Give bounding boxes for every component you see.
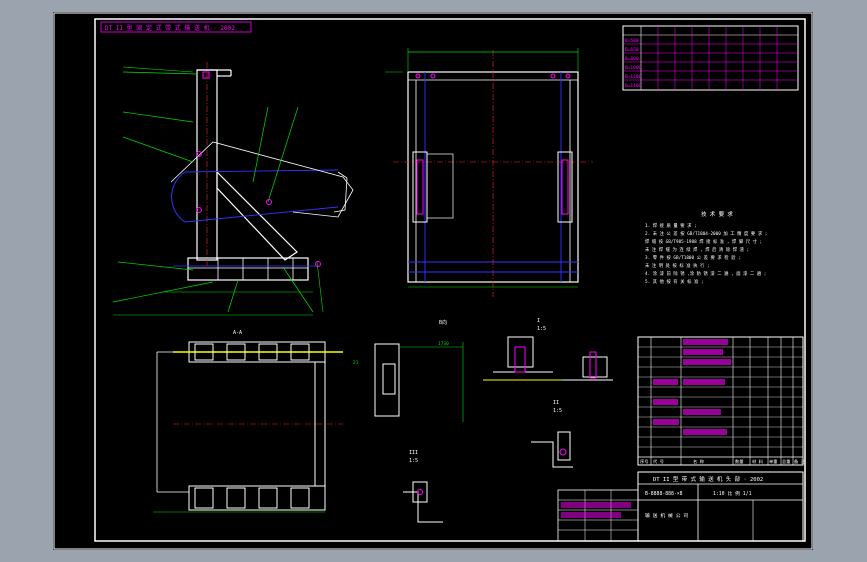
svg-text:1:5: 1:5 — [409, 458, 418, 464]
svg-text:序号: 序号 — [640, 458, 648, 465]
company-text: 输 送 机 械 公 司 — [645, 512, 688, 519]
view-b: B向 1730 21 — [353, 319, 464, 422]
svg-text:II: II — [553, 400, 559, 406]
svg-text:代 号: 代 号 — [653, 458, 664, 465]
svg-text:2. 未 注 公 差 按 GB/T1804-2000 加 工: 2. 未 注 公 差 按 GB/T1804-2000 加 工 精 度 要 求 ; — [645, 230, 767, 237]
notes-title: 技 术 要 求 — [701, 210, 733, 218]
svg-text:4. 涂 漆 前 除 锈 ,涂 防 锈 漆 二 遍 , 面: 4. 涂 漆 前 除 锈 ,涂 防 锈 漆 二 遍 , 面 漆 二 遍 ; — [645, 270, 766, 277]
svg-text:III: III — [409, 450, 418, 456]
svg-text:21: 21 — [353, 360, 359, 366]
svg-text:备 注: 备 注 — [794, 458, 806, 465]
svg-text:1:5: 1:5 — [537, 326, 546, 332]
svg-text:B=500: B=500 — [625, 38, 639, 44]
side-elevation-view — [112, 62, 354, 316]
svg-text:3. 零 件 按 GB/T1800 公 差 要 求 检 验: 3. 零 件 按 GB/T1800 公 差 要 求 检 验 ; — [645, 254, 741, 261]
drawing-canvas: DT II 型 固 定 式 带 式 输 送 机 · 2002 B=500 B=6… — [53, 12, 813, 550]
detail-ii: II 1:5 — [531, 351, 613, 468]
svg-text:1:5: 1:5 — [553, 408, 562, 414]
scale-text: 1:10 比 例 1/1 — [713, 490, 752, 497]
svg-text:名 称: 名 称 — [693, 458, 704, 465]
svg-text:A-A: A-A — [233, 330, 242, 336]
svg-text:1. 焊 接 质 量 要 求 ;: 1. 焊 接 质 量 要 求 ; — [645, 222, 697, 229]
parts-list: 序号 代 号 名 称 数量 材 料 单重 总重 备 注 — [637, 336, 806, 466]
svg-text:I: I — [537, 318, 540, 324]
detail-iii: III 1:5 — [403, 450, 443, 523]
svg-text:总重: 总重 — [782, 458, 790, 464]
svg-text:材 料: 材 料 — [752, 458, 764, 465]
svg-text:B=1200: B=1200 — [625, 74, 642, 80]
svg-text:1730: 1730 — [438, 341, 449, 347]
front-elevation-view — [385, 48, 593, 297]
svg-text:B=650: B=650 — [625, 47, 639, 53]
svg-text:B向: B向 — [439, 319, 447, 326]
svg-text:数量: 数量 — [735, 458, 743, 465]
size-table: B=500 B=650 B=800 B=1000 B=1200 B=1400 — [622, 25, 799, 91]
svg-text:未 注 焊 缝 为 连 续 焊 , 焊 后 清 除 焊 渣: 未 注 焊 缝 为 连 续 焊 , 焊 后 清 除 焊 渣 ; — [645, 246, 749, 253]
drawing-number: B-8888-888-×8 — [645, 491, 683, 497]
svg-text:未 注 明 处 按 标 准 执 行 ;: 未 注 明 处 按 标 准 执 行 ; — [645, 262, 710, 269]
svg-text:B=1000: B=1000 — [625, 65, 642, 71]
svg-text:B=1400: B=1400 — [625, 83, 642, 89]
title-block-main: DT II 型 带 式 输 送 机 头 部 · 2002 — [653, 475, 763, 483]
svg-text:5. 其 他 按 有 关 标 准 ;: 5. 其 他 按 有 关 标 准 ; — [645, 278, 704, 285]
cad-viewport[interactable]: DT II 型 固 定 式 带 式 输 送 机 · 2002 B=500 B=6… — [53, 12, 813, 550]
technical-notes: 技 术 要 求 1. 焊 接 质 量 要 求 ; 2. 未 注 公 差 按 GB… — [645, 210, 767, 285]
title-block: DT II 型 带 式 输 送 机 头 部 · 2002 B-8888-888-… — [557, 471, 804, 542]
svg-text:焊 缝 按 GB/T985-1988 焊 接 标 准 , 焊: 焊 缝 按 GB/T985-1988 焊 接 标 准 , 焊 脚 尺 寸 ; — [645, 238, 762, 245]
svg-text:单重: 单重 — [769, 458, 777, 465]
title-banner: DT II 型 固 定 式 带 式 输 送 机 · 2002 — [105, 24, 235, 32]
section-aa-view: A-A — [153, 330, 343, 513]
svg-text:B=800: B=800 — [625, 56, 639, 62]
detail-i: I 1:5 — [483, 318, 563, 381]
